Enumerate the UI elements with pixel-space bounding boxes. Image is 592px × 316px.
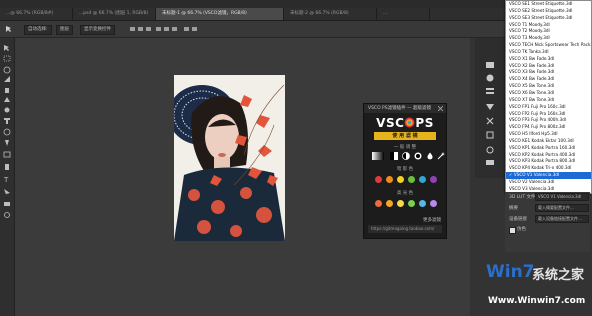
auto-select-label: 自动选择:: [24, 25, 52, 35]
watermark-logo: Win7: [486, 262, 535, 282]
device-link-select[interactable]: 载入设备链接配置文件...: [535, 215, 589, 223]
lut-preset-dropdown[interactable]: VSCO SE1 Street Etiquette.3dl VSCO SE2 St…: [505, 0, 592, 194]
tab-document-3[interactable]: 未标题-1 @ 66.7% (VSCO滤镜，RGB/8): [156, 8, 284, 20]
svg-text:T: T: [3, 176, 9, 184]
preset-item[interactable]: VSCO SE3 Street Etiquette.3dl: [506, 15, 591, 22]
dither-label: 仿色: [517, 227, 526, 232]
panel-icon-strip: [475, 38, 505, 178]
section-shadow-label: 暗 影 色: [396, 167, 414, 172]
menu-bar: [0, 0, 592, 8]
shadow-color-dot[interactable]: [419, 176, 426, 183]
shadow-color-dot[interactable]: [375, 176, 382, 183]
half-circle-icon[interactable]: [402, 152, 410, 160]
vscops-logo: VSC PS: [364, 116, 446, 130]
preset-item[interactable]: VSCO X2 Bw Fade.3dl: [506, 63, 591, 70]
vscops-panel: VSCO PS滤镜插件 — 超级滤镜 VSC PS 使 用 滤 镜 一 般 调 …: [363, 103, 447, 239]
preset-item[interactable]: VSCO FP3 Fuji Pro 400h.3dl: [506, 117, 591, 124]
preset-item[interactable]: VSCO X6 Bw Tone.3dl: [506, 90, 591, 97]
preset-item[interactable]: VSCO X1 Bw Fade.3dl: [506, 56, 591, 63]
document-canvas[interactable]: [174, 75, 285, 241]
align-icons[interactable]: [130, 26, 220, 32]
vscops-logo-left: VSC: [376, 116, 405, 130]
wand-icon[interactable]: [437, 152, 445, 160]
section-highlight-label: 高 光 色: [396, 191, 414, 196]
vscops-title: VSCO PS滤镜插件 — 超级滤镜: [364, 104, 446, 113]
close-icon[interactable]: [437, 105, 444, 112]
preset-item[interactable]: VSCO V2 Valencia.3dl: [506, 179, 591, 186]
layer-select[interactable]: 图层: [56, 25, 73, 35]
vscops-url[interactable]: https://gitmegoing.taobao.com/: [368, 225, 442, 233]
highlight-color-dot[interactable]: [386, 200, 393, 207]
highlight-color-dot[interactable]: [397, 200, 404, 207]
gradient-icon[interactable]: [372, 152, 384, 160]
lut-file-label: 3D LUT 文件: [509, 195, 536, 200]
preset-item[interactable]: VSCO TK Tanka.3dl: [506, 49, 591, 56]
highlight-color-dot[interactable]: [375, 200, 382, 207]
lut-file-select[interactable]: VSCO V1 Valencia.3dl: [535, 193, 589, 201]
preset-item[interactable]: VSCO T2 Moody.3dl: [506, 28, 591, 35]
preset-item[interactable]: VSCO KP1 Kodak Portra 160.3dl: [506, 145, 591, 152]
tab-document-5[interactable]: ...: [377, 8, 430, 20]
preset-item[interactable]: VSCO KP2 Kodak Portra 400.3dl: [506, 152, 591, 159]
preset-item[interactable]: VSCO KP3 Kodak Portra 800.3dl: [506, 158, 591, 165]
use-filter-button[interactable]: 使 用 滤 镜: [374, 132, 436, 140]
preset-item[interactable]: VSCO SE2 Street Etiquette.3dl: [506, 8, 591, 15]
dither-checkbox[interactable]: [509, 227, 516, 234]
device-link-label: 设备链接: [509, 217, 527, 222]
tab-document-4[interactable]: 未标题-2 @ 66.7% (RGB/8): [284, 8, 377, 20]
tint-icon[interactable]: [426, 152, 434, 160]
show-transform-checkbox[interactable]: 显示变换控件: [80, 25, 115, 35]
abstract-select[interactable]: 载入摘要配置文件...: [535, 204, 589, 212]
portrait-photo: [174, 75, 285, 241]
more-filters-link[interactable]: 更多滤镜: [423, 217, 441, 223]
document-tabs: ...@ 66.7% (RGB/8#) ...psd @ 66.7% (图层 1…: [0, 8, 592, 21]
abstract-label: 摘要: [509, 206, 518, 211]
preset-item[interactable]: VSCO H5 Ilford Hp5.3dl: [506, 131, 591, 138]
watermark-logo-cn: 系统之家: [532, 268, 585, 283]
highlight-color-dot[interactable]: [430, 200, 437, 207]
preset-item[interactable]: VSCO FP1 Fuji Pro 160c.3dl: [506, 104, 591, 111]
preset-item[interactable]: VSCO X7 Bw Tone.3dl: [506, 97, 591, 104]
preset-item[interactable]: VSCO KE1 Kodak Ektar 100.3dl: [506, 138, 591, 145]
section-adjust-label: 一 般 调 整: [393, 145, 417, 150]
preset-item[interactable]: VSCO X3 Bw Fade.3dl: [506, 69, 591, 76]
preset-item[interactable]: VSCO SE1 Street Etiquette.3dl: [506, 1, 591, 8]
preset-item[interactable]: VSCO FP2 Fuji Pro 160s.3dl: [506, 111, 591, 118]
shadow-color-dot[interactable]: [430, 176, 437, 183]
lens-icon: [404, 117, 415, 128]
tab-document-2[interactable]: ...psd @ 66.7% (图层 1, RGB/8): [73, 8, 156, 20]
preset-item[interactable]: ✓ VSCO V1 Valencia.3dl: [506, 172, 591, 179]
watermark-url: Www.Winwin7.com: [488, 296, 586, 306]
preset-item[interactable]: VSCO T1 Moody.3dl: [506, 22, 591, 29]
preset-item[interactable]: VSCO X5 Bw Tone.3dl: [506, 83, 591, 90]
shadow-color-dot[interactable]: [408, 176, 415, 183]
contrast-icon[interactable]: [390, 152, 398, 160]
properties-panel: 3D LUT 文件 VSCO V1 Valencia.3dl 摘要 载入摘要配置…: [505, 192, 590, 252]
shadow-color-dot[interactable]: [397, 176, 404, 183]
options-bar: 自动选择: 图层 显示变换控件: [0, 21, 592, 38]
panel-icons[interactable]: [485, 60, 495, 170]
preset-item[interactable]: VSCO X4 Bw Fade.3dl: [506, 76, 591, 83]
tools-panel: T: [0, 38, 15, 316]
vscops-logo-right: PS: [415, 116, 434, 130]
move-tool-icon[interactable]: [4, 25, 14, 33]
watermark: Win7 系统之家 Www.Winwin7.com: [486, 262, 590, 312]
highlight-color-dot[interactable]: [408, 200, 415, 207]
highlight-color-dot[interactable]: [419, 200, 426, 207]
preset-item[interactable]: VSCO FP4 Fuji Pro 800z.3dl: [506, 124, 591, 131]
shadow-color-dot[interactable]: [386, 176, 393, 183]
tool-icons[interactable]: T: [3, 44, 11, 244]
preset-item[interactable]: VSCO KP4 Kodak Tri-x 400.3dl: [506, 165, 591, 172]
invert-icon[interactable]: [414, 152, 422, 160]
preset-item[interactable]: VSCO TECH Nick Sportswear Tech Pack.3dl: [506, 42, 591, 49]
preset-item[interactable]: VSCO T3 Moody.3dl: [506, 35, 591, 42]
tab-document-1[interactable]: ...@ 66.7% (RGB/8#): [0, 8, 73, 20]
